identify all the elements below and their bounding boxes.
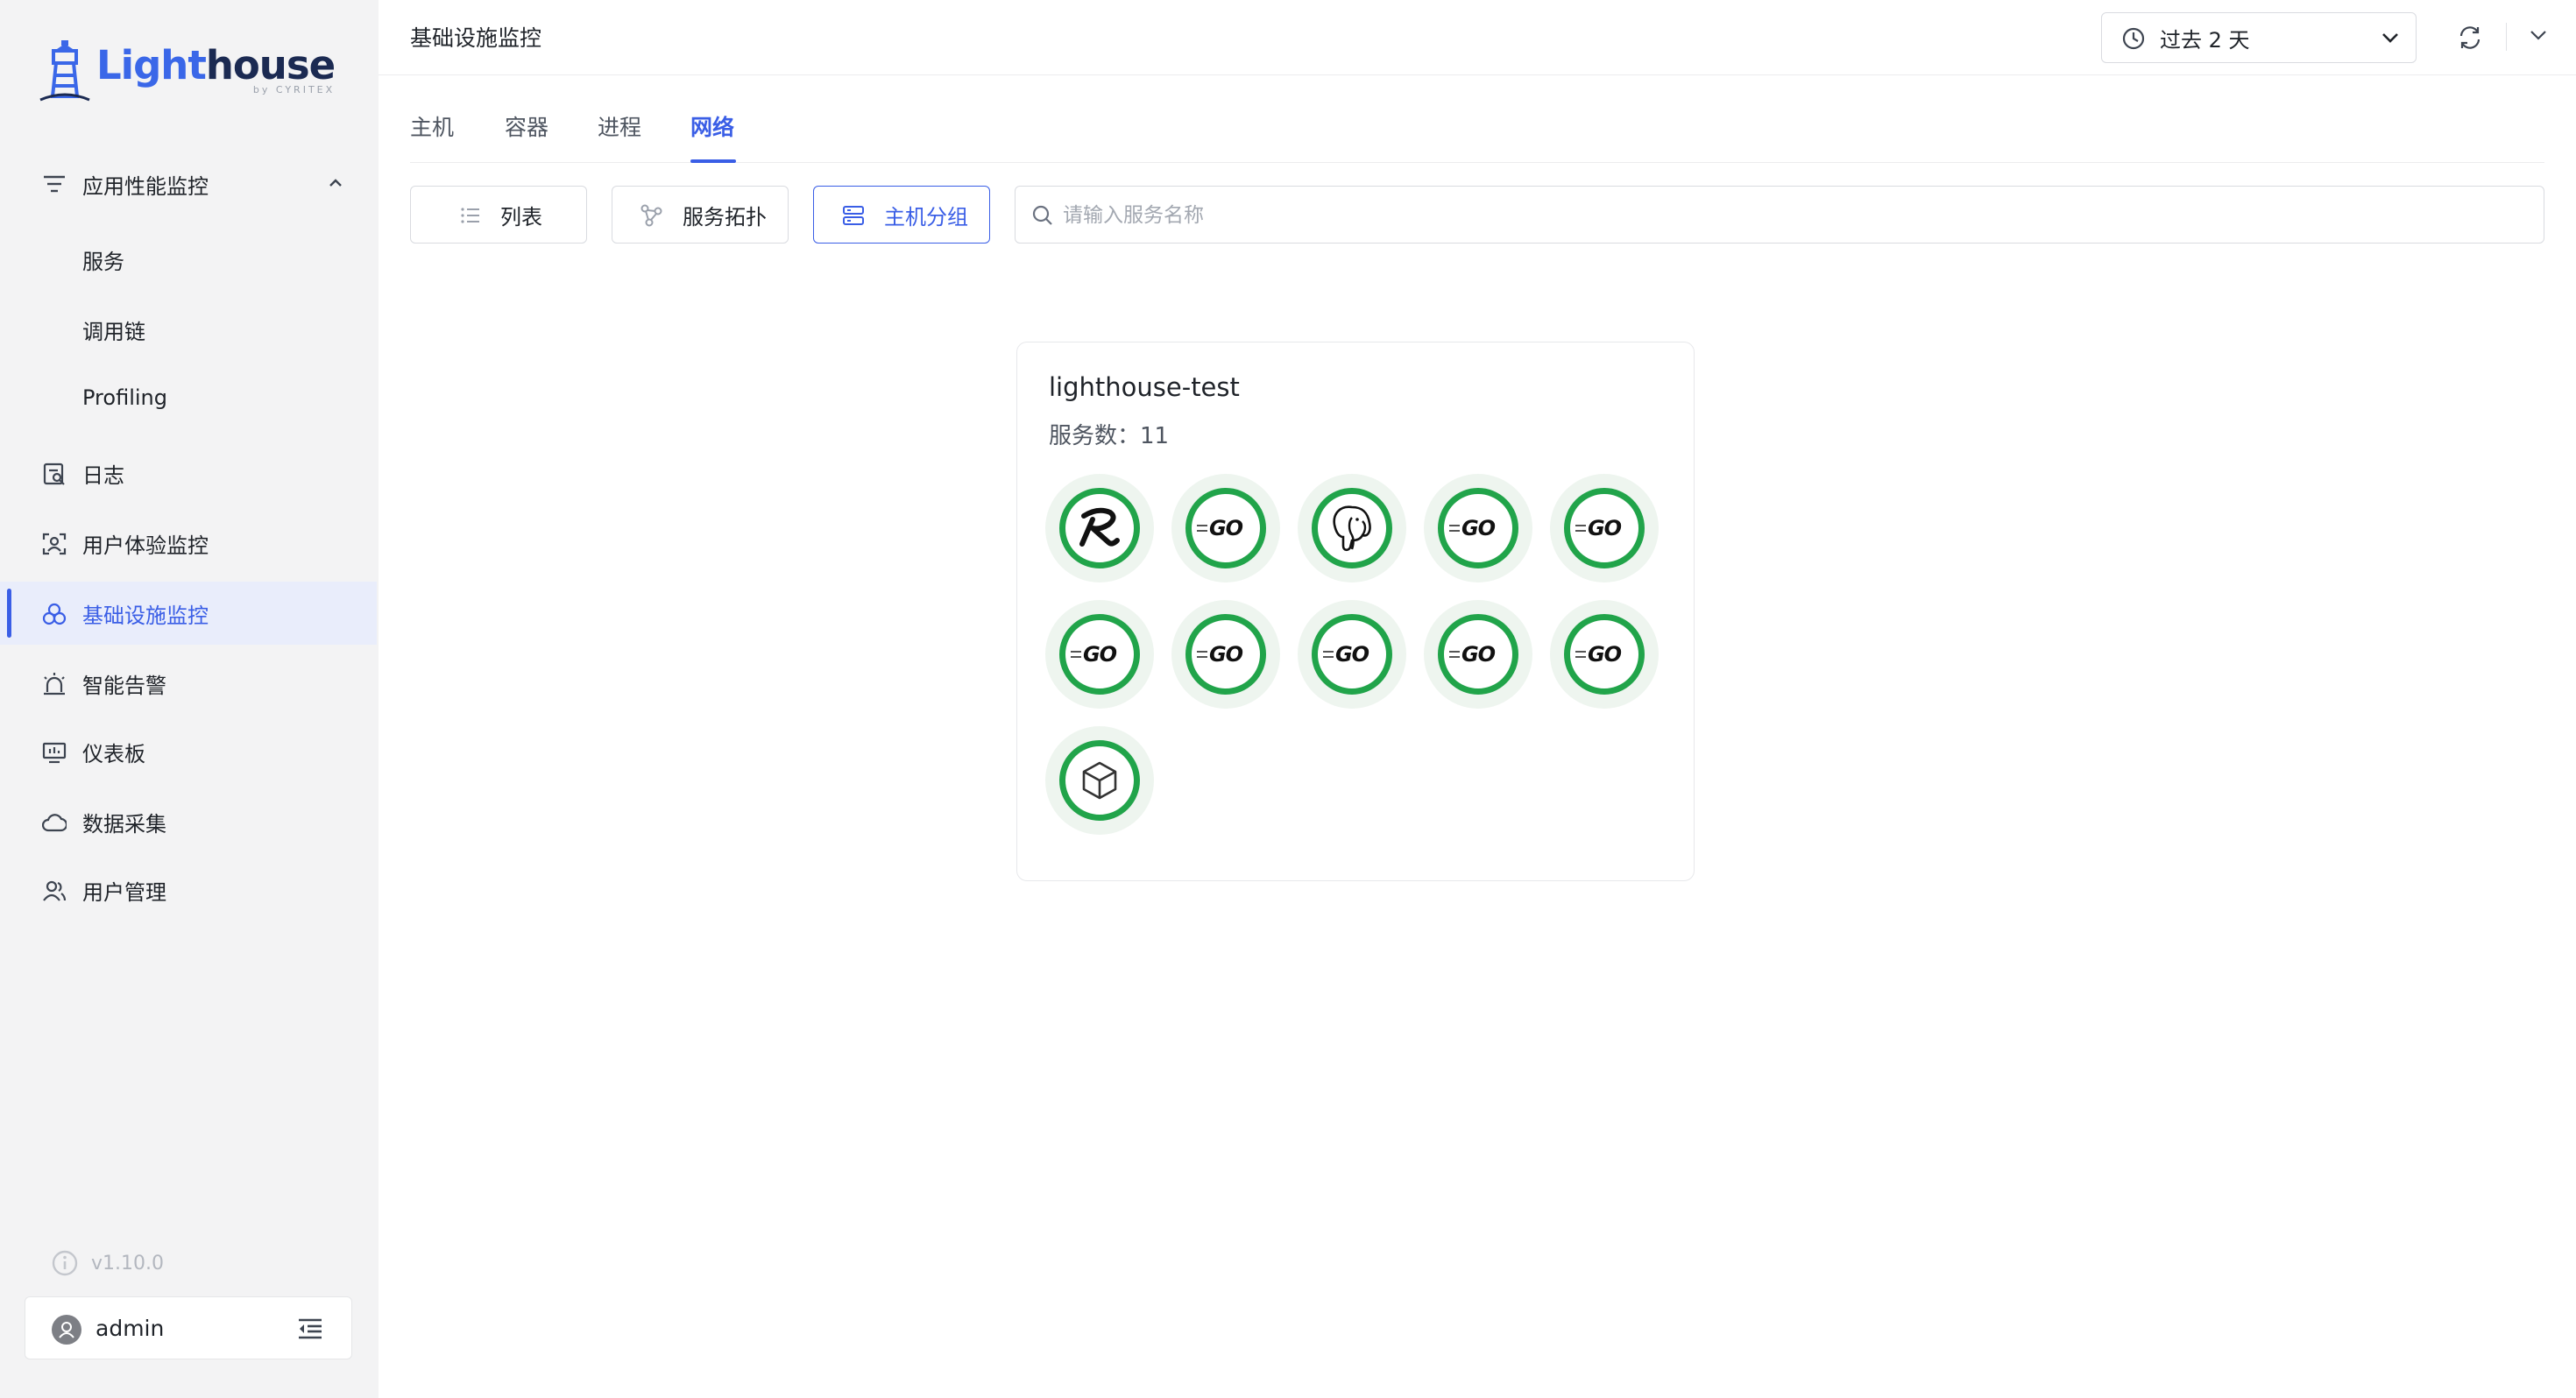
- go-icon: GO: [1575, 642, 1622, 667]
- sidebar-item-dashboard[interactable]: 仪表板: [0, 720, 377, 783]
- host-name: lighthouse-test: [1049, 372, 1240, 402]
- service-node[interactable]: [1045, 726, 1154, 835]
- service-node[interactable]: [1045, 474, 1154, 582]
- list-view-label: 列表: [500, 204, 542, 229]
- logo-wordmark: Lighthouse: [96, 41, 336, 88]
- sidebar-item-label: 数据采集: [82, 811, 166, 837]
- sidebar-item-user-management[interactable]: 用户管理: [0, 858, 377, 921]
- host-group-button[interactable]: 主机分组: [813, 186, 990, 244]
- sidebar-item-label: 用户体验监控: [82, 533, 209, 558]
- service-node[interactable]: GO: [1550, 474, 1659, 582]
- users-icon: [43, 880, 67, 901]
- page-title: 基础设施监控: [410, 25, 542, 51]
- list-icon: [461, 208, 479, 223]
- search-input[interactable]: [1063, 199, 2517, 232]
- version-text: v1.10.0: [91, 1252, 164, 1274]
- active-tab-indicator: [690, 159, 736, 163]
- service-count: 服务数：11: [1049, 423, 1170, 449]
- sidebar-item-logs[interactable]: 日志: [0, 441, 377, 505]
- sidebar-item-services[interactable]: 服务: [0, 228, 377, 291]
- host-card[interactable]: lighthouse-test 服务数：11 GO GO GO GO GO GO…: [1016, 342, 1695, 881]
- log-icon: [43, 462, 65, 485]
- go-icon: GO: [1448, 642, 1496, 667]
- go-icon: GO: [1448, 516, 1496, 540]
- user-experience-icon: [42, 533, 67, 555]
- refresh-icon[interactable]: [2457, 25, 2483, 51]
- chevron-up-icon[interactable]: [328, 177, 343, 189]
- go-icon: GO: [1196, 516, 1243, 540]
- box-icon: [1082, 761, 1117, 800]
- cloud-collect-icon: [42, 814, 67, 832]
- service-node[interactable]: GO: [1424, 474, 1532, 582]
- logo-subtitle: by CYRITEX: [252, 83, 336, 95]
- infrastructure-icon: [42, 603, 67, 625]
- app-root: Lighthouse by CYRITEX 应用性能监控 服务 调用链 Prof…: [0, 0, 2576, 1398]
- tab-host[interactable]: 主机: [410, 110, 454, 142]
- sidebar-item-label: 仪表板: [82, 741, 145, 766]
- sidebar-item-label: 服务: [82, 249, 124, 274]
- sidebar-item-apm[interactable]: 应用性能监控: [0, 152, 377, 215]
- collapse-sidebar-icon[interactable]: [297, 1317, 323, 1341]
- sidebar-item-label: 用户管理: [82, 879, 166, 905]
- user-name: admin: [96, 1315, 165, 1341]
- info-icon: [52, 1250, 78, 1276]
- sidebar-item-label: 智能告警: [82, 673, 166, 698]
- alarm-icon: [44, 673, 65, 695]
- user-avatar-icon: [59, 1322, 74, 1338]
- chevron-down-icon[interactable]: [2529, 28, 2548, 42]
- sidebar-item-label: 应用性能监控: [82, 173, 209, 199]
- server-icon: [843, 206, 864, 225]
- version-info: v1.10.0: [51, 1249, 164, 1277]
- tab-container[interactable]: 容器: [505, 110, 548, 142]
- tab-network[interactable]: 网络: [690, 110, 734, 142]
- go-icon: GO: [1196, 642, 1243, 667]
- tab-process[interactable]: 进程: [598, 110, 641, 142]
- postgresql-icon: [1333, 505, 1371, 552]
- sidebar-item-data-collection[interactable]: 数据采集: [0, 790, 377, 853]
- sidebar-item-label: 基础设施监控: [82, 603, 209, 628]
- chevron-down-icon: [2382, 33, 2398, 43]
- lighthouse-logo[interactable]: Lighthouse by CYRITEX: [39, 35, 336, 105]
- sidebar-item-traces[interactable]: 调用链: [0, 298, 377, 361]
- service-node[interactable]: GO: [1550, 600, 1659, 709]
- service-node[interactable]: GO: [1424, 600, 1532, 709]
- go-icon: GO: [1070, 642, 1117, 667]
- rust-icon: [1079, 507, 1120, 547]
- service-node[interactable]: GO: [1171, 474, 1280, 582]
- header-divider: [2506, 23, 2507, 51]
- sidebar: Lighthouse by CYRITEX 应用性能监控 服务 调用链 Prof…: [0, 0, 379, 1398]
- service-topology-label: 服务拓扑: [683, 204, 767, 229]
- service-node[interactable]: GO: [1045, 600, 1154, 709]
- service-node[interactable]: GO: [1171, 600, 1280, 709]
- user-panel[interactable]: admin: [25, 1296, 352, 1359]
- sidebar-item-label: Profiling: [82, 385, 167, 410]
- topology-icon: [640, 204, 662, 227]
- service-search: [1015, 186, 2544, 244]
- dashboard-icon: [42, 742, 67, 764]
- host-group-label: 主机分组: [884, 204, 968, 229]
- sidebar-item-label: 日志: [82, 462, 124, 488]
- apm-filter-icon: [44, 175, 65, 193]
- sidebar-item-infrastructure[interactable]: 基础设施监控: [0, 582, 377, 645]
- sidebar-item-user-experience[interactable]: 用户体验监控: [0, 512, 377, 575]
- search-icon: [1032, 205, 1052, 225]
- sidebar-item-profiling[interactable]: Profiling: [0, 366, 377, 429]
- time-range-value: 过去 2 天: [2160, 27, 2250, 53]
- go-icon: GO: [1575, 516, 1622, 540]
- sidebar-item-alerts[interactable]: 智能告警: [0, 652, 377, 715]
- list-view-button[interactable]: 列表: [410, 186, 587, 244]
- service-node[interactable]: [1298, 474, 1406, 582]
- avatar[interactable]: [52, 1315, 81, 1345]
- service-node[interactable]: GO: [1298, 600, 1406, 709]
- service-topology-button[interactable]: 服务拓扑: [612, 186, 789, 244]
- go-icon: GO: [1322, 642, 1369, 667]
- top-header: 基础设施监控 过去 2 天: [379, 0, 2576, 75]
- sidebar-item-label: 调用链: [82, 319, 145, 344]
- infra-tabs: 主机 容器 进程 网络: [410, 88, 2544, 163]
- time-range-select[interactable]: 过去 2 天: [2101, 12, 2417, 63]
- clock-icon: [2122, 27, 2145, 50]
- lighthouse-icon: [39, 40, 90, 102]
